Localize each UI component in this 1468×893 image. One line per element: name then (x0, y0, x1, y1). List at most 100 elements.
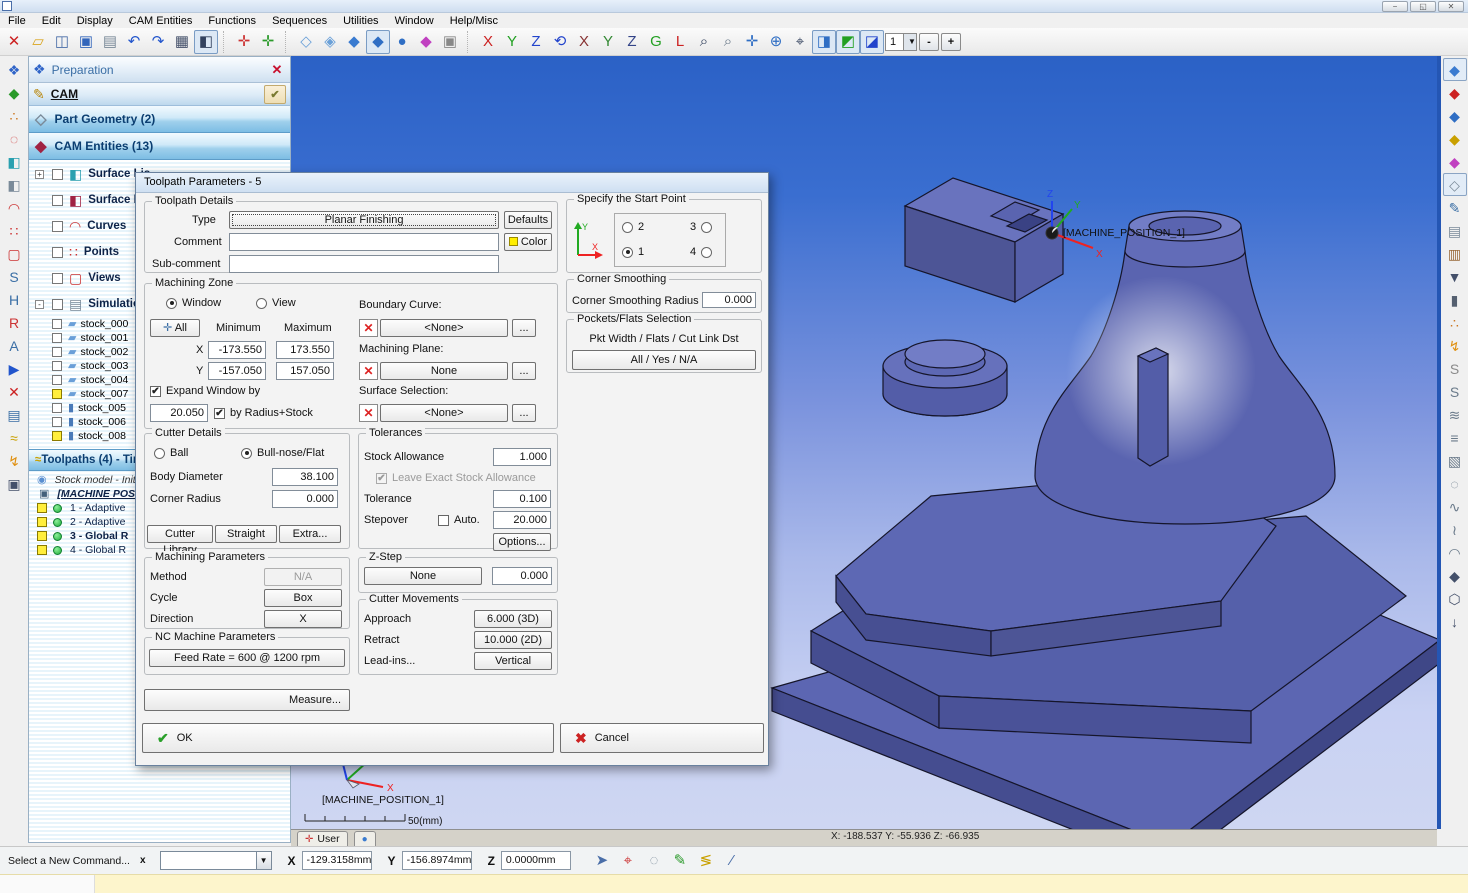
view-iso-icon[interactable]: ⟲ (548, 30, 572, 54)
retract-button[interactable]: 10.000 (2D) (474, 631, 552, 649)
chain-select-icon[interactable]: ∴ (2, 104, 26, 127)
post-lightning-icon[interactable]: ↯ (2, 449, 26, 472)
z-step-field[interactable]: 0.000 (492, 567, 552, 585)
curve-select-icon[interactable]: ◌ (2, 127, 26, 150)
tab-user-view[interactable]: ✛ User (297, 831, 348, 846)
view-wireframe-icon[interactable]: ◇ (294, 30, 318, 54)
listing-icon[interactable]: L (668, 30, 692, 54)
corner-smoothing-radius-field[interactable]: 0.000 (702, 292, 756, 308)
cancel-button[interactable]: ✖ Cancel (560, 723, 764, 753)
view-shaded-icon[interactable]: ◆ (342, 30, 366, 54)
menu-window[interactable]: Window (387, 15, 442, 27)
h-holder-icon[interactable]: H (2, 288, 26, 311)
op-checkbox[interactable] (37, 545, 47, 555)
corner-radius-field[interactable]: 0.000 (272, 490, 338, 508)
start-point-3-radio[interactable]: 3 (690, 221, 712, 233)
between-curves-icon[interactable]: ◠ (1443, 541, 1467, 564)
offset-curves-icon[interactable]: ≡ (1443, 426, 1467, 449)
z-step-mode-button[interactable]: None (364, 567, 482, 585)
clear-surface-button[interactable]: ✕ (359, 404, 378, 422)
arrow-down-icon[interactable]: ↓ (1443, 610, 1467, 633)
cutter-library-button[interactable]: Cutter Library (147, 525, 213, 543)
flowline-icon[interactable]: ≀ (1443, 518, 1467, 541)
visibility-checkbox[interactable] (52, 195, 63, 206)
expander-icon[interactable]: - (35, 300, 44, 309)
axes-xy-icon[interactable]: ✛ (232, 30, 256, 54)
communications-icon[interactable]: ▣ (2, 472, 26, 495)
spring-pass-icon[interactable]: ≈ (2, 426, 26, 449)
op-checkbox[interactable] (37, 503, 47, 513)
expand-value-field[interactable]: 20.050 (150, 404, 208, 422)
approach-button[interactable]: 6.000 (3D) (474, 610, 552, 628)
auto-stepover-checkbox[interactable]: Auto. (438, 514, 480, 526)
straight-button[interactable]: Straight (215, 525, 277, 543)
zoom-window-icon[interactable]: ⌕ (692, 30, 716, 54)
view-y-plus-icon[interactable]: Y (500, 30, 524, 54)
visibility-checkbox[interactable] (52, 299, 63, 310)
s-surface-icon[interactable]: S (2, 265, 26, 288)
view-z-plus-icon[interactable]: Z (524, 30, 548, 54)
r-rough-icon[interactable]: R (2, 311, 26, 334)
point-new-icon[interactable]: ∷ (2, 219, 26, 242)
x-min-field[interactable]: -173.550 (208, 341, 266, 359)
section-cam-entities[interactable]: ◆ CAM Entities (13) (29, 133, 290, 160)
direction-button[interactable]: X (264, 610, 342, 628)
view-x-minus-icon[interactable]: X (572, 30, 596, 54)
dynamic-rotate-icon[interactable]: ◩ (836, 30, 860, 54)
modify-stock-icon[interactable]: ◆ (1443, 127, 1467, 150)
visibility-checkbox[interactable] (52, 221, 63, 232)
window-radio[interactable]: Window (166, 297, 221, 309)
visibility-checkbox[interactable] (52, 319, 62, 329)
view-sphere-icon[interactable]: ● (390, 30, 414, 54)
view-shaded-edges-icon[interactable]: ◆ (366, 30, 390, 54)
cursor-help-icon[interactable]: ➤ (591, 850, 613, 872)
remove-stock-icon[interactable]: ◆ (1443, 150, 1467, 173)
clean-corners-icon[interactable]: ◆ (1443, 564, 1467, 587)
axes-machine-icon[interactable]: ✛ (256, 30, 280, 54)
x-coordinate-field[interactable]: -129.3158mm (302, 851, 372, 870)
cycle-button[interactable]: Box (264, 589, 342, 607)
visibility-checkbox[interactable] (52, 403, 62, 413)
machining-plane-button[interactable]: None (380, 362, 508, 380)
preparation-header[interactable]: ❖ Preparation ✕ (29, 57, 290, 83)
sketch-icon[interactable]: ✎ (1443, 196, 1467, 219)
section-part-geometry[interactable]: ◇ Part Geometry (2) (29, 106, 290, 133)
view-hidden-line-icon[interactable]: ◈ (318, 30, 342, 54)
shaded-part-icon[interactable]: ◆ (1443, 58, 1467, 81)
lasso-select-icon[interactable]: ◌ (643, 850, 665, 872)
tolerance-field[interactable]: 0.100 (493, 490, 551, 508)
menu-functions[interactable]: Functions (200, 15, 264, 27)
surface-browse-button[interactable]: ... (512, 404, 536, 422)
surface-selection-button[interactable]: <None> (380, 404, 508, 422)
boundary-browse-button[interactable]: ... (512, 319, 536, 337)
pencil-trace-icon[interactable]: ⬡ (1443, 587, 1467, 610)
start-point-1-radio[interactable]: 1 (622, 246, 644, 258)
view-normal-icon[interactable]: ◨ (812, 30, 836, 54)
menu-help-misc[interactable]: Help/Misc (442, 15, 506, 27)
clear-boundary-button[interactable]: ✕ (359, 319, 378, 337)
op-checkbox[interactable] (37, 517, 47, 527)
solid-new-icon[interactable]: ◧ (2, 173, 26, 196)
menu-utilities[interactable]: Utilities (335, 15, 386, 27)
view-new-icon[interactable]: ▢ (2, 242, 26, 265)
ball-radio[interactable]: Ball (154, 447, 188, 459)
stock-box-icon[interactable]: ◇ (1443, 173, 1467, 196)
tab-model-view[interactable]: ● (354, 831, 376, 846)
menu-sequences[interactable]: Sequences (264, 15, 335, 27)
view-radio[interactable]: View (256, 297, 296, 309)
measure-button[interactable]: Measure... (144, 689, 350, 711)
body-diameter-field[interactable]: 38.100 (272, 468, 338, 486)
op-list-icon[interactable]: ▤ (2, 403, 26, 426)
menu-edit[interactable]: Edit (34, 15, 69, 27)
view-y-minus-icon[interactable]: Y (596, 30, 620, 54)
y-coordinate-field[interactable]: -156.8974mm (402, 851, 472, 870)
visibility-checkbox[interactable] (52, 247, 63, 258)
bullnose-radio[interactable]: Bull-nose/Flat (241, 447, 324, 459)
vertical-view-icon[interactable]: ◪ (860, 30, 884, 54)
minimize-button[interactable]: − (1382, 1, 1408, 12)
type-button[interactable]: Planar Finishing (229, 211, 499, 229)
view-z-minus-icon[interactable]: Z (620, 30, 644, 54)
close-panel-icon[interactable]: ✕ (268, 62, 286, 78)
close-file-icon[interactable]: ✕ (2, 30, 26, 54)
op-checkbox[interactable] (37, 531, 47, 541)
